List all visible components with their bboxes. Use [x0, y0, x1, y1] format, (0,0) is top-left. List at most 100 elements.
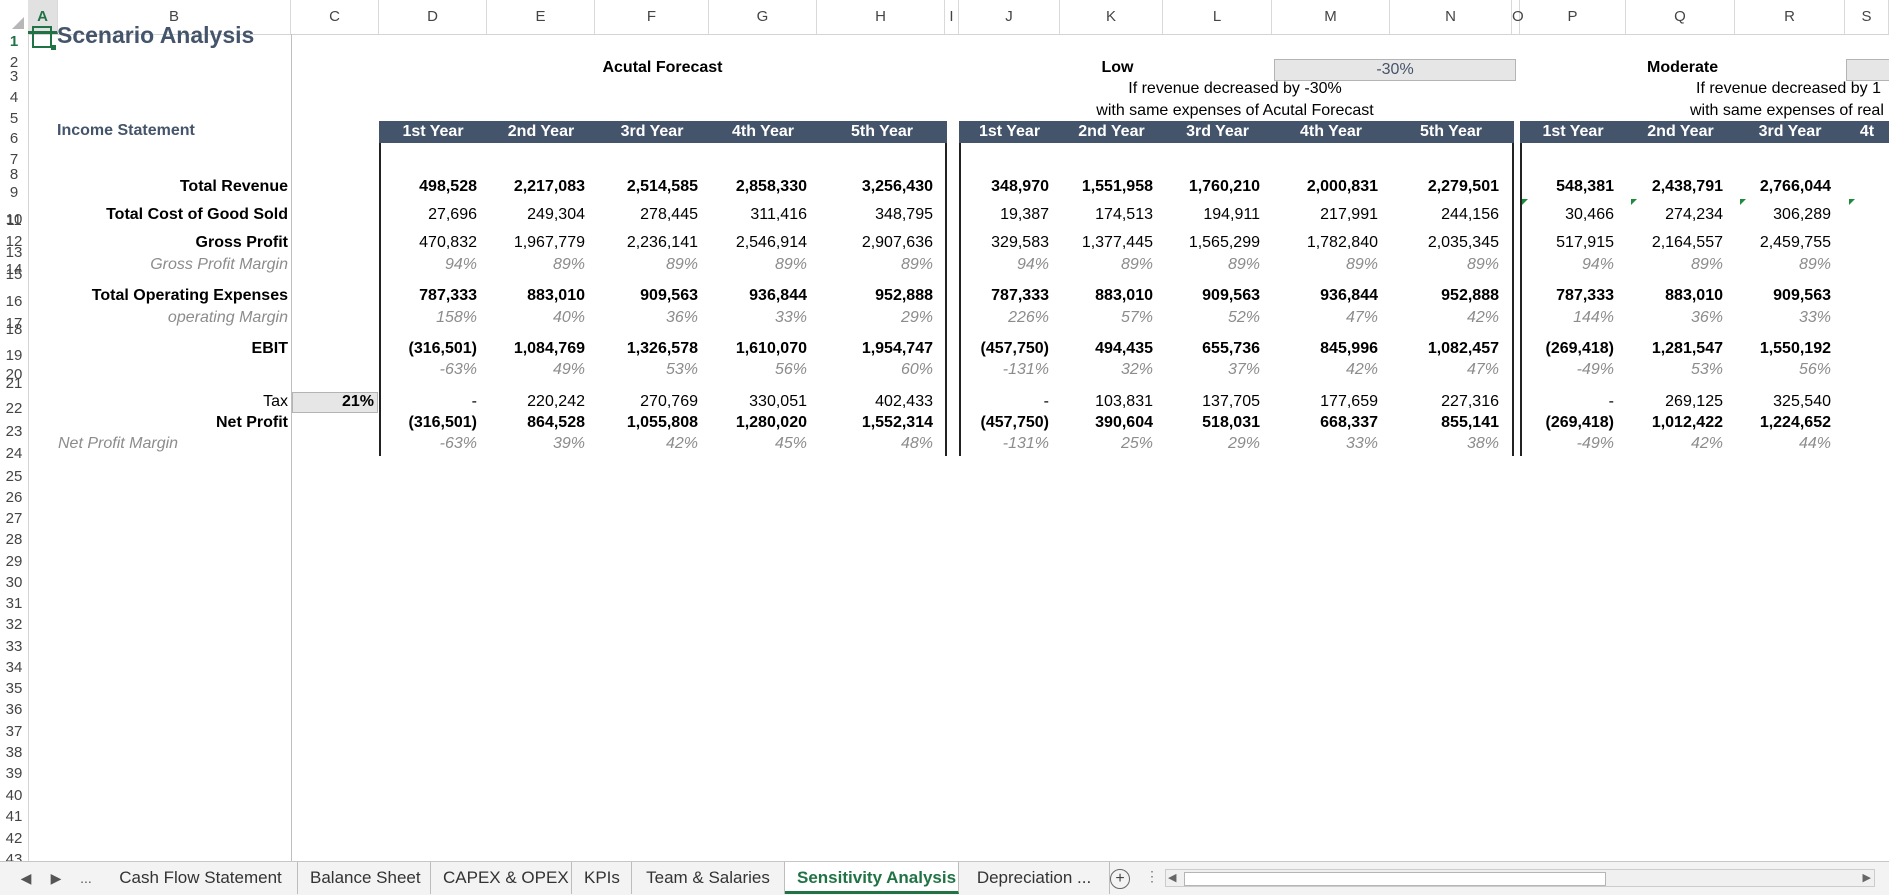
row-header-8[interactable]: 8: [0, 166, 28, 183]
low-ebit-margin-y1[interactable]: -131%: [960, 361, 1049, 379]
low-ebit-margin-y3[interactable]: 37%: [1164, 361, 1260, 379]
row-header-41[interactable]: 41: [0, 808, 28, 825]
moderate-revenue-y1[interactable]: 548,381: [1521, 178, 1614, 196]
column-header-d[interactable]: D: [379, 0, 487, 34]
column-header-c[interactable]: C: [291, 0, 379, 34]
low-ebit-y2[interactable]: 494,435: [1061, 340, 1153, 358]
sheet-tab-balance-sheet[interactable]: Balance Sheet: [298, 862, 431, 894]
low-revenue-y2[interactable]: 1,551,958: [1061, 178, 1153, 196]
error-indicator-icon[interactable]: [1631, 199, 1637, 205]
moderate-ebit-y3[interactable]: 1,550,192: [1736, 340, 1831, 358]
low-opex-y1[interactable]: 787,333: [960, 287, 1049, 305]
next-sheet-icon[interactable]: ▶: [44, 862, 68, 894]
actual-net-margin-y3[interactable]: 42%: [596, 435, 698, 453]
sheet-tab-kpis[interactable]: KPIs: [572, 862, 632, 894]
actual-tax-y3[interactable]: 270,769: [596, 393, 698, 411]
low-tax-y2[interactable]: 103,831: [1061, 393, 1153, 411]
actual-opex-y4[interactable]: 936,844: [710, 287, 807, 305]
moderate-net-margin-y3[interactable]: 44%: [1736, 435, 1831, 453]
row-header-39[interactable]: 39: [0, 765, 28, 782]
moderate-gross-margin-y3[interactable]: 89%: [1736, 256, 1831, 274]
scroll-right-icon[interactable]: ▶: [1863, 870, 1871, 886]
low-op-margin-y1[interactable]: 226%: [960, 309, 1049, 327]
actual-gross-margin-y2[interactable]: 89%: [488, 256, 585, 274]
actual-op-margin-y3[interactable]: 36%: [596, 309, 698, 327]
actual-net-margin-y1[interactable]: -63%: [380, 435, 477, 453]
row-header-4[interactable]: 4: [0, 89, 28, 106]
moderate-gross-margin-y2[interactable]: 89%: [1627, 256, 1723, 274]
row-header-1[interactable]: 1: [0, 34, 28, 50]
actual-gross-profit-y2[interactable]: 1,967,779: [488, 234, 585, 252]
low-gross-margin-y4[interactable]: 89%: [1273, 256, 1378, 274]
low-ebit-y1[interactable]: (457,750): [960, 340, 1050, 358]
moderate-tax-y3[interactable]: 325,540: [1736, 393, 1831, 411]
sheet-tab-depreciation[interactable]: Depreciation ...: [959, 862, 1110, 894]
scroll-left-icon[interactable]: ◀: [1168, 870, 1176, 886]
moderate-opex-y1[interactable]: 787,333: [1521, 287, 1614, 305]
low-gross-margin-y5[interactable]: 89%: [1391, 256, 1499, 274]
actual-op-margin-y2[interactable]: 40%: [488, 309, 585, 327]
row-header-22[interactable]: 22: [0, 400, 28, 417]
moderate-cogs-y2[interactable]: 274,234: [1627, 206, 1723, 224]
column-header-i[interactable]: I: [945, 0, 959, 34]
actual-cogs-y2[interactable]: 249,304: [488, 206, 585, 224]
row-header-27[interactable]: 27: [0, 510, 28, 527]
moderate-ebit-margin-y1[interactable]: -49%: [1521, 361, 1614, 379]
actual-ebit-y3[interactable]: 1,326,578: [596, 340, 698, 358]
actual-ebit-y5[interactable]: 1,954,747: [818, 340, 933, 358]
moderate-gross-profit-y1[interactable]: 517,915: [1521, 234, 1614, 252]
low-op-margin-y5[interactable]: 42%: [1391, 309, 1499, 327]
column-header-s[interactable]: S: [1845, 0, 1889, 34]
sheet-tab-team-salaries[interactable]: Team & Salaries: [632, 862, 785, 894]
low-gross-margin-y3[interactable]: 89%: [1164, 256, 1260, 274]
actual-revenue-y4[interactable]: 2,858,330: [710, 178, 807, 196]
moderate-tax-y2[interactable]: 269,125: [1627, 393, 1723, 411]
low-revenue-y3[interactable]: 1,760,210: [1164, 178, 1260, 196]
row-header-32[interactable]: 32: [0, 616, 28, 633]
row-header-6[interactable]: 6: [0, 130, 28, 147]
column-header-k[interactable]: K: [1060, 0, 1163, 34]
low-gross-margin-y2[interactable]: 89%: [1061, 256, 1153, 274]
low-opex-y4[interactable]: 936,844: [1273, 287, 1378, 305]
row-header-16[interactable]: 16: [0, 293, 28, 310]
moderate-pct-input[interactable]: [1846, 59, 1889, 81]
actual-net-profit-y4[interactable]: 1,280,020: [710, 414, 807, 432]
row-header-36[interactable]: 36: [0, 701, 28, 718]
column-header-p[interactable]: P: [1520, 0, 1626, 34]
row-header-38[interactable]: 38: [0, 744, 28, 761]
actual-net-profit-y2[interactable]: 864,528: [488, 414, 585, 432]
row-header-26[interactable]: 26: [0, 489, 28, 506]
row-header-15[interactable]: 15: [0, 266, 28, 283]
row-header-21[interactable]: 21: [0, 375, 28, 392]
actual-ebit-margin-y2[interactable]: 49%: [488, 361, 585, 379]
column-header-h[interactable]: H: [817, 0, 945, 34]
sheet-tab-cash-flow-statement[interactable]: Cash Flow Statement: [104, 862, 298, 894]
low-opex-y5[interactable]: 952,888: [1391, 287, 1499, 305]
moderate-ebit-y2[interactable]: 1,281,547: [1627, 340, 1723, 358]
low-opex-y3[interactable]: 909,563: [1164, 287, 1260, 305]
column-header-o[interactable]: O: [1512, 0, 1524, 34]
low-gross-margin-y1[interactable]: 94%: [960, 256, 1049, 274]
moderate-cogs-y1[interactable]: 30,466: [1521, 206, 1614, 224]
row-header-35[interactable]: 35: [0, 680, 28, 697]
low-gross-profit-y3[interactable]: 1,565,299: [1164, 234, 1260, 252]
moderate-net-margin-y1[interactable]: -49%: [1521, 435, 1614, 453]
row-header-40[interactable]: 40: [0, 787, 28, 804]
actual-opex-y5[interactable]: 952,888: [818, 287, 933, 305]
low-gross-profit-y4[interactable]: 1,782,840: [1273, 234, 1378, 252]
low-revenue-y4[interactable]: 2,000,831: [1273, 178, 1378, 196]
low-op-margin-y2[interactable]: 57%: [1061, 309, 1153, 327]
row-header-3[interactable]: 3: [0, 68, 28, 85]
moderate-gross-margin-y1[interactable]: 94%: [1521, 256, 1614, 274]
low-net-margin-y3[interactable]: 29%: [1164, 435, 1260, 453]
low-revenue-y5[interactable]: 2,279,501: [1391, 178, 1499, 196]
actual-gross-margin-y1[interactable]: 94%: [380, 256, 477, 274]
actual-tax-y4[interactable]: 330,051: [710, 393, 807, 411]
actual-ebit-y1[interactable]: (316,501): [380, 340, 478, 358]
error-indicator-icon[interactable]: [1740, 199, 1746, 205]
actual-net-profit-y3[interactable]: 1,055,808: [596, 414, 698, 432]
low-cogs-y5[interactable]: 244,156: [1391, 206, 1499, 224]
actual-tax-y2[interactable]: 220,242: [488, 393, 585, 411]
low-net-margin-y5[interactable]: 38%: [1391, 435, 1499, 453]
actual-opex-y2[interactable]: 883,010: [488, 287, 585, 305]
